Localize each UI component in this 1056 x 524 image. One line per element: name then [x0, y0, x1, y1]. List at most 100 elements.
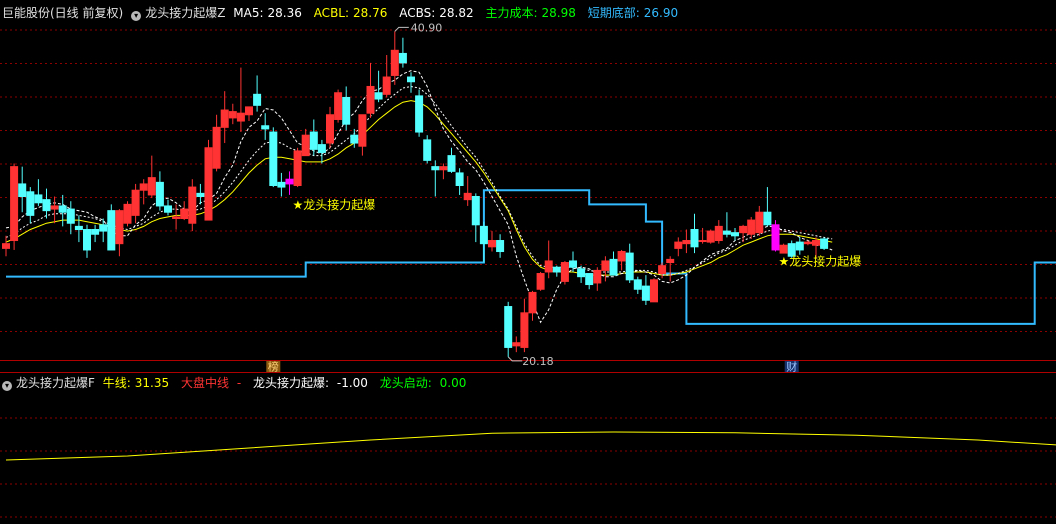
candle[interactable]: [520, 298, 529, 353]
candle[interactable]: [488, 231, 496, 252]
candle-body[interactable]: [147, 177, 156, 196]
candle[interactable]: [390, 31, 399, 85]
candle[interactable]: [180, 201, 189, 221]
candle[interactable]: [820, 237, 829, 250]
candle-body[interactable]: [803, 241, 812, 245]
candle[interactable]: [277, 172, 286, 197]
candle[interactable]: [123, 201, 132, 227]
candle-body[interactable]: [471, 196, 480, 226]
candle[interactable]: [285, 171, 294, 195]
candle[interactable]: [358, 114, 367, 156]
candle[interactable]: [301, 128, 310, 157]
candle[interactable]: [220, 91, 229, 144]
candle-body[interactable]: [253, 93, 262, 106]
candle-body[interactable]: [544, 260, 553, 273]
candle-body[interactable]: [650, 279, 658, 303]
candle[interactable]: [236, 67, 245, 133]
candle-body[interactable]: [342, 96, 351, 125]
candle[interactable]: [569, 251, 577, 272]
candle[interactable]: [609, 251, 618, 276]
indicator-select-icon[interactable]: ▾: [131, 11, 142, 21]
candle-body[interactable]: [577, 268, 586, 278]
candle[interactable]: [228, 103, 237, 125]
candle-body[interactable]: [698, 240, 707, 243]
candle[interactable]: [423, 135, 432, 164]
candle-body[interactable]: [382, 76, 391, 95]
candle[interactable]: [528, 290, 537, 321]
candle[interactable]: [771, 220, 780, 252]
candle-body[interactable]: [285, 178, 294, 185]
candle-body[interactable]: [625, 252, 634, 281]
candle-body[interactable]: [479, 225, 488, 245]
candle-body[interactable]: [317, 144, 326, 153]
candle-body[interactable]: [641, 285, 650, 301]
candle[interactable]: [439, 163, 448, 180]
candle[interactable]: [552, 265, 561, 277]
candle[interactable]: [674, 237, 683, 257]
candle-body[interactable]: [812, 240, 820, 246]
candle-body[interactable]: [820, 238, 829, 249]
candle[interactable]: [245, 106, 253, 122]
candle-body[interactable]: [520, 312, 529, 348]
candle[interactable]: [58, 194, 67, 227]
candle-body[interactable]: [123, 203, 132, 224]
candle[interactable]: [415, 89, 424, 137]
candle[interactable]: [617, 249, 626, 271]
candle[interactable]: [91, 224, 100, 243]
candle[interactable]: [585, 273, 594, 290]
candle[interactable]: [398, 37, 407, 68]
candle[interactable]: [317, 139, 326, 164]
candle[interactable]: [204, 139, 213, 221]
candle-body[interactable]: [585, 273, 594, 286]
candle-body[interactable]: [2, 243, 10, 249]
candle-body[interactable]: [682, 240, 691, 245]
candle-body[interactable]: [431, 166, 440, 171]
candle[interactable]: [139, 179, 148, 205]
candle[interactable]: [739, 224, 748, 243]
candle[interactable]: [479, 221, 488, 263]
candle-body[interactable]: [42, 199, 51, 212]
candle[interactable]: [196, 183, 205, 205]
candle-body[interactable]: [18, 183, 27, 198]
candle-body[interactable]: [26, 191, 35, 216]
candle-body[interactable]: [301, 134, 310, 157]
kline-chart[interactable]: ★龙头接力起爆 ★龙头接力起爆 40.90 20.18 榜 财: [0, 0, 1056, 524]
candle-body[interactable]: [139, 183, 148, 191]
candle[interactable]: [99, 218, 108, 243]
candle[interactable]: [309, 119, 318, 156]
candle[interactable]: [172, 204, 181, 230]
candle[interactable]: [155, 171, 164, 211]
candle[interactable]: [682, 229, 691, 254]
candle-body[interactable]: [277, 181, 286, 188]
candle-body[interactable]: [439, 166, 448, 171]
candle-body[interactable]: [358, 114, 367, 147]
candle-body[interactable]: [731, 232, 739, 237]
candle[interactable]: [731, 227, 739, 241]
candle-body[interactable]: [74, 225, 83, 231]
candle[interactable]: [455, 168, 464, 195]
candle-body[interactable]: [601, 260, 610, 271]
candle-body[interactable]: [398, 52, 407, 64]
candle-body[interactable]: [779, 244, 788, 254]
candle[interactable]: [374, 70, 383, 103]
candle[interactable]: [650, 278, 658, 303]
candle-body[interactable]: [447, 155, 456, 172]
candle-body[interactable]: [658, 265, 667, 275]
candle[interactable]: [66, 201, 75, 235]
candle-body[interactable]: [34, 194, 43, 204]
candle[interactable]: [431, 160, 440, 197]
candle-body[interactable]: [155, 181, 164, 207]
candle-body[interactable]: [415, 95, 424, 133]
candle-body[interactable]: [261, 125, 270, 130]
candle[interactable]: [601, 256, 610, 282]
candle[interactable]: [382, 55, 391, 98]
candle[interactable]: [326, 106, 334, 148]
candle-body[interactable]: [269, 131, 278, 186]
candle-body[interactable]: [674, 241, 683, 249]
candle-body[interactable]: [309, 131, 318, 150]
main-indicator-name[interactable]: 龙头接力起爆Z: [145, 6, 225, 20]
candle-body[interactable]: [131, 189, 140, 216]
candle[interactable]: [366, 62, 375, 118]
candle-body[interactable]: [690, 229, 699, 248]
candle[interactable]: [795, 237, 804, 255]
